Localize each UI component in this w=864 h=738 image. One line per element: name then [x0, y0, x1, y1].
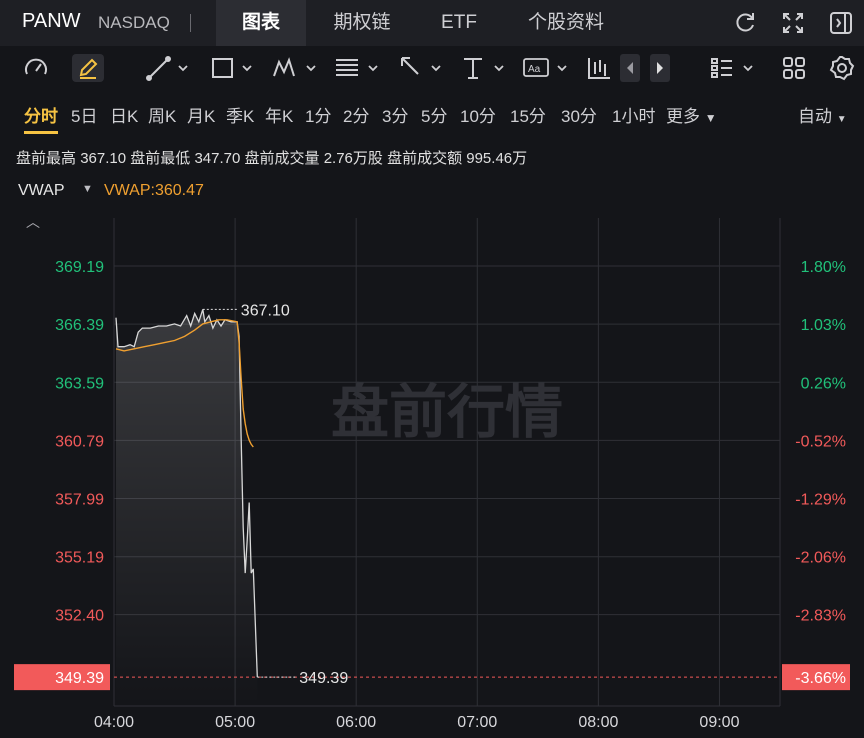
y-tick-label-right: -1.29% — [795, 492, 846, 509]
y-tick-label-left: 355.19 — [55, 550, 104, 567]
y-tick-label-right: -2.06% — [795, 550, 846, 567]
low-marker-label: 349.39 — [299, 670, 348, 687]
y-tick-label-left: 366.39 — [55, 317, 104, 334]
current-price-label: 349.39 — [55, 670, 104, 687]
y-tick-label-left: 363.59 — [55, 375, 104, 392]
y-tick-label-left: 352.40 — [55, 608, 104, 625]
y-tick-label-right: 1.03% — [801, 317, 846, 334]
x-tick-label: 06:00 — [336, 714, 376, 731]
watermark: 盘前行情 — [331, 380, 563, 445]
y-tick-label-left: 369.19 — [55, 259, 104, 276]
y-tick-label-left: 357.99 — [55, 492, 104, 509]
x-tick-label: 04:00 — [94, 714, 134, 731]
current-pct-label: -3.66% — [795, 670, 846, 687]
x-tick-label: 09:00 — [699, 714, 739, 731]
price-chart[interactable]: 盘前行情 04:00 05:00 06:00 07:00 08:00 09:00 369.19… — [0, 0, 864, 738]
price-area — [116, 309, 258, 706]
y-tick-label-right: 0.26% — [801, 375, 846, 392]
x-tick-label: 07:00 — [457, 714, 497, 731]
y-tick-label-left: 360.79 — [55, 433, 104, 450]
high-marker-label: 367.10 — [241, 302, 290, 319]
x-tick-label: 08:00 — [578, 714, 618, 731]
x-tick-label: 05:00 — [215, 714, 255, 731]
y-tick-label-right: 1.80% — [801, 259, 846, 276]
y-tick-label-right: -2.83% — [795, 608, 846, 625]
y-tick-label-right: -0.52% — [795, 433, 846, 450]
